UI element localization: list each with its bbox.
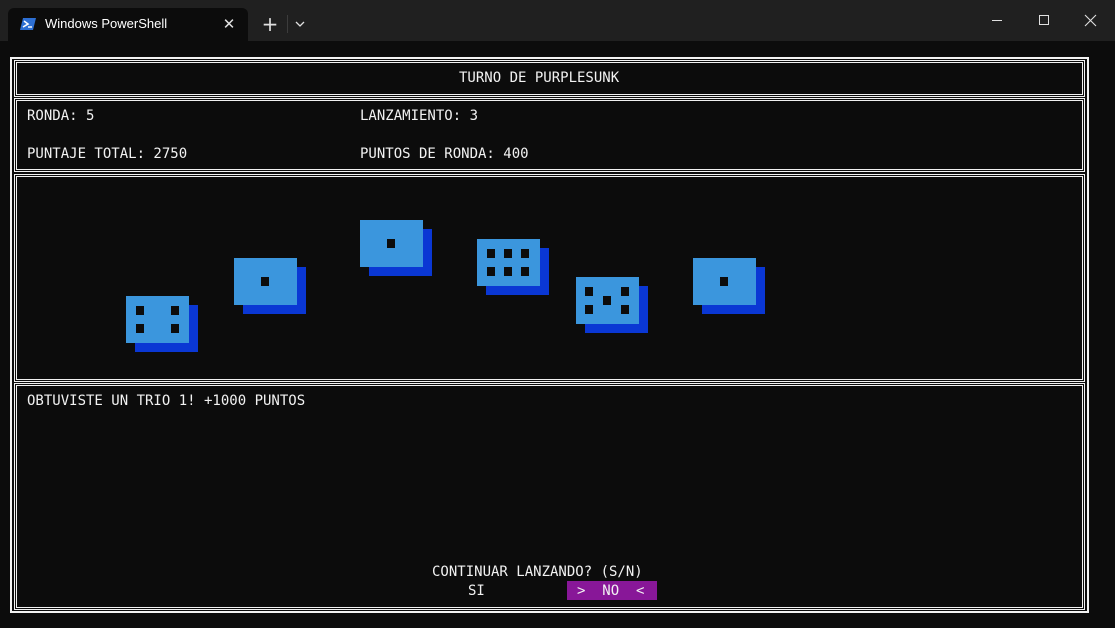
die-pip — [487, 249, 495, 258]
tab-separator — [287, 15, 288, 33]
die-pip — [621, 305, 629, 314]
die-pip — [136, 324, 144, 333]
die-pip — [621, 287, 629, 296]
die-pip — [136, 306, 144, 315]
option-yes[interactable]: SI — [468, 583, 485, 599]
continue-prompt: CONTINUAR LANZANDO? (S/N) — [432, 564, 643, 580]
die-pip — [585, 287, 593, 296]
die-pip — [603, 296, 611, 305]
round-label: RONDA: 5 — [27, 108, 95, 124]
throw-label: LANZAMIENTO: 3 — [360, 108, 479, 124]
tab-title: Windows PowerShell — [45, 16, 168, 31]
die-pip — [521, 267, 529, 276]
die-pip — [387, 239, 395, 248]
die-face — [360, 220, 423, 267]
turn-header: TURNO DE PURPLESUNK — [459, 70, 620, 86]
die-pip — [585, 305, 593, 314]
die-face — [576, 277, 639, 324]
die-3 — [360, 220, 432, 276]
die-pip — [487, 267, 495, 276]
die-face — [234, 258, 297, 305]
die-face — [477, 239, 540, 286]
result-message: OBTUVISTE UN TRIO 1! +1000 PUNTOS — [27, 393, 306, 409]
die-face — [126, 296, 189, 343]
die-pip — [720, 277, 728, 286]
die-4 — [477, 239, 549, 295]
die-face — [693, 258, 756, 305]
die-pip — [171, 324, 179, 333]
die-pip — [171, 306, 179, 315]
total-score-label: PUNTAJE TOTAL: 2750 — [27, 146, 188, 162]
title-bar: Windows PowerShell ✕ + — [0, 0, 1115, 41]
minimize-icon[interactable] — [974, 0, 1020, 41]
die-pip — [504, 267, 512, 276]
die-6 — [693, 258, 765, 314]
close-tab-icon[interactable]: ✕ — [219, 14, 239, 34]
die-1 — [126, 296, 198, 352]
die-2 — [234, 258, 306, 314]
die-pip — [261, 277, 269, 286]
die-pip — [504, 249, 512, 258]
round-points-label: PUNTOS DE RONDA: 400 — [360, 146, 529, 162]
die-pip — [521, 249, 529, 258]
die-5 — [576, 277, 648, 333]
chevron-down-icon[interactable] — [292, 14, 308, 34]
option-no[interactable]: > NO < — [577, 583, 644, 599]
close-window-icon[interactable] — [1068, 0, 1114, 41]
tab-powershell[interactable]: Windows PowerShell ✕ — [8, 8, 248, 41]
new-tab-button[interactable]: + — [258, 12, 282, 36]
powershell-icon — [20, 18, 36, 30]
maximize-icon[interactable] — [1021, 0, 1067, 41]
